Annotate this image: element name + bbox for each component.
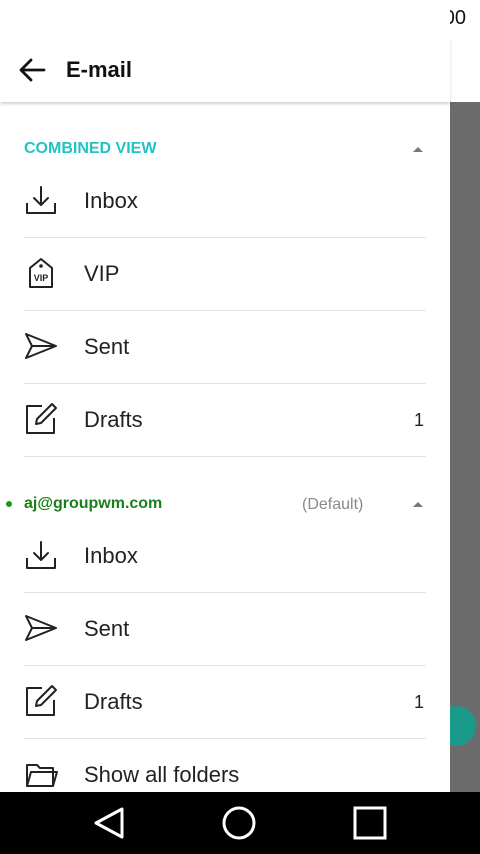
account-sent-item[interactable]: Sent (24, 593, 426, 666)
svg-text:VIP: VIP (34, 273, 49, 283)
inbox-download-icon (26, 186, 56, 214)
email-drawer-screen: 10:00 E-mail COMBINED VIEW Inbo (0, 0, 480, 854)
folder-icon (26, 764, 58, 787)
item-label: Inbox (84, 543, 138, 568)
item-label: Drafts (84, 689, 143, 714)
item-label: Show all folders (84, 762, 240, 787)
item-label: VIP (84, 261, 120, 286)
recents-square-icon[interactable] (352, 805, 388, 841)
combined-view-header[interactable]: COMBINED VIEW (24, 129, 426, 169)
app-bar: E-mail (0, 38, 450, 102)
send-icon (25, 615, 57, 641)
drawer-scrim[interactable] (450, 102, 480, 792)
page-title: E-mail (66, 57, 133, 82)
account-email: aj@groupwm.com (24, 495, 163, 512)
default-label: (Default) (302, 496, 364, 513)
item-label: Sent (84, 334, 130, 359)
account-status-dot (6, 501, 12, 507)
back-triangle-icon[interactable] (92, 805, 128, 841)
system-nav-bar (0, 792, 480, 854)
account-inbox-item[interactable]: Inbox (24, 520, 426, 593)
drafts-edit-icon (26, 403, 57, 434)
item-label: Drafts (84, 407, 143, 432)
item-count: 1 (413, 410, 424, 430)
account-header[interactable]: aj@groupwm.com (Default) (6, 484, 426, 524)
arrow-back-icon (19, 58, 46, 82)
collapse-caret-icon[interactable] (412, 498, 424, 510)
combined-sent-item[interactable]: Sent (24, 311, 426, 384)
drafts-edit-icon (26, 685, 57, 716)
home-circle-icon[interactable] (221, 805, 257, 841)
item-label: Inbox (84, 188, 138, 213)
send-icon (25, 333, 57, 359)
combined-inbox-item[interactable]: Inbox (24, 165, 426, 238)
vip-tag-icon: VIP (29, 258, 53, 288)
collapse-caret-icon[interactable] (412, 143, 424, 155)
back-button[interactable] (14, 52, 50, 88)
combined-view-title: COMBINED VIEW (24, 140, 157, 157)
item-count: 1 (413, 692, 424, 712)
item-label: Sent (84, 616, 130, 641)
inbox-download-icon (26, 541, 56, 569)
navigation-drawer: E-mail COMBINED VIEW Inbox VIP VIP Sent … (0, 0, 450, 792)
account-drafts-item[interactable]: Drafts 1 (24, 666, 426, 739)
combined-drafts-item[interactable]: Drafts 1 (24, 384, 426, 457)
combined-vip-item[interactable]: VIP VIP (24, 238, 426, 311)
